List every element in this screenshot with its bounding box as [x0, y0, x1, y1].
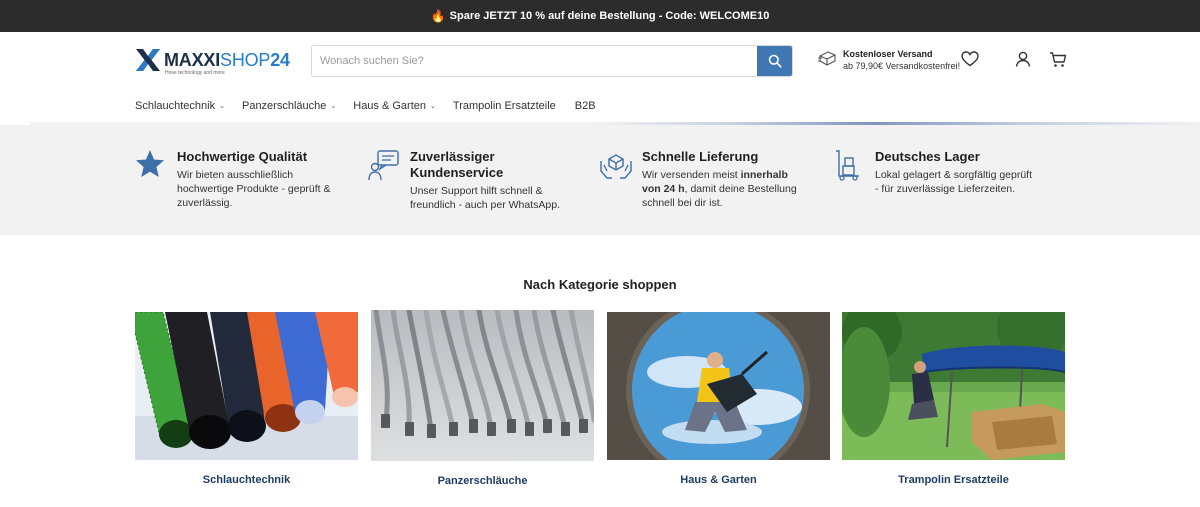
- shipping-icon: [818, 51, 836, 66]
- usp-section: Hochwertige Qualität Wir bieten ausschli…: [0, 125, 1200, 235]
- usp-warehouse: Deutsches Lager Lokal gelagert & sorgfäl…: [833, 149, 1033, 196]
- category-label[interactable]: Trampolin Ersatzteile: [842, 474, 1065, 486]
- flame-icon: 🔥: [430, 9, 446, 23]
- nav-item-haus-garten[interactable]: Haus & Garten ⌄: [353, 100, 436, 112]
- heart-icon[interactable]: [961, 51, 979, 67]
- chevron-down-icon: ⌄: [330, 103, 337, 110]
- category-card-panzerschlaeuche[interactable]: Panzerschläuche: [371, 310, 594, 487]
- search-button[interactable]: [757, 46, 792, 76]
- search-bar: [311, 45, 793, 77]
- chevron-down-icon: ⌄: [219, 103, 225, 110]
- shipping-subtitle: ab 79,90€ Versandkostenfrei!: [843, 61, 961, 71]
- search-icon: [768, 54, 782, 68]
- nav-item-trampolin[interactable]: Trampolin Ersatzteile: [453, 100, 556, 112]
- support-icon: [368, 150, 399, 181]
- usp-quality: Hochwertige Qualität Wir bieten ausschli…: [135, 149, 335, 210]
- logo-text: MAXXISHOP24: [164, 50, 290, 70]
- category-card-trampolin[interactable]: Trampolin Ersatzteile: [842, 312, 1065, 486]
- category-card-schlauchtechnik[interactable]: Schlauchtechnik: [135, 312, 358, 486]
- category-image[interactable]: [371, 310, 594, 461]
- user-icon[interactable]: [1015, 51, 1031, 67]
- cart-icon[interactable]: [1049, 51, 1067, 68]
- logo-tagline: Hose technology and more: [165, 70, 225, 76]
- category-image[interactable]: [135, 312, 358, 460]
- category-label[interactable]: Schlauchtechnik: [135, 474, 358, 486]
- shipping-info: Kostenloser Versand ab 79,90€ Versandkos…: [818, 48, 960, 72]
- chevron-down-icon: ⌄: [430, 103, 436, 110]
- main-nav: Schlauchtechnik ⌄ Panzerschläuche ⌄ Haus &…: [0, 90, 1200, 122]
- usp-support: Zuverlässiger Kundenservice Unser Suppor…: [368, 149, 568, 212]
- logo[interactable]: MAXXISHOP24 Hose technology and more: [135, 48, 290, 76]
- usp-delivery: Schnelle Lieferung Wir versenden meist i…: [600, 149, 800, 210]
- category-image[interactable]: [607, 312, 830, 460]
- shipping-title: Kostenloser Versand: [843, 49, 933, 59]
- star-icon: [136, 150, 164, 177]
- logo-x-icon: [136, 49, 160, 71]
- category-image[interactable]: [842, 312, 1065, 460]
- section-title: Nach Kategorie shoppen: [523, 277, 677, 292]
- search-input[interactable]: [312, 46, 757, 76]
- category-label[interactable]: Panzerschläuche: [371, 475, 594, 487]
- nav-item-schlauchtechnik[interactable]: Schlauchtechnik ⌄: [135, 100, 225, 112]
- header: MAXXISHOP24 Hose technology and more Kos…: [0, 32, 1200, 90]
- nav-item-panzerschlaeuche[interactable]: Panzerschläuche ⌄: [242, 100, 336, 112]
- warehouse-icon: [836, 150, 859, 181]
- promo-text: Spare JETZT 10 % auf deine Bestellung - …: [449, 10, 770, 22]
- category-label[interactable]: Haus & Garten: [607, 474, 830, 486]
- nav-item-b2b[interactable]: B2B: [575, 100, 596, 112]
- category-card-haus-garten[interactable]: Haus & Garten: [607, 312, 830, 486]
- delivery-hands-icon: [600, 154, 632, 179]
- promo-bar: 🔥 Spare JETZT 10 % auf deine Bestellung …: [0, 0, 1200, 32]
